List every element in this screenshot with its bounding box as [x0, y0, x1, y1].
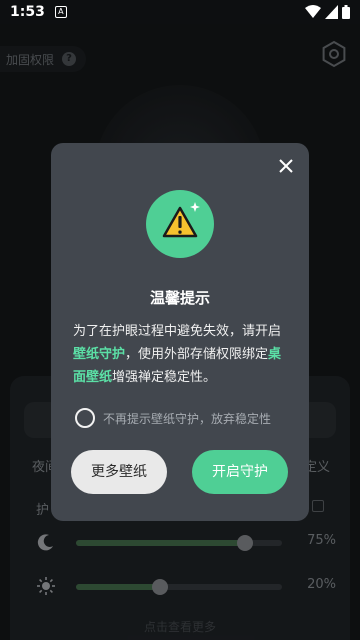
battery-icon — [342, 5, 350, 19]
warning-badge — [146, 190, 214, 258]
status-time: 1:53 — [10, 4, 45, 20]
status-icons — [305, 5, 350, 19]
message-text-1: 为了在护眼过程中避免失效，请开启 — [73, 324, 282, 339]
signal-icon — [325, 5, 338, 19]
status-bar: 1:53 A — [0, 0, 360, 24]
dont-remind-label: 不再提示壁纸守护，放弃稳定性 — [103, 411, 272, 426]
tip-dialog: 温馨提示 为了在护眼过程中避免失效，请开启壁纸守护，使用外部存储权限绑定桌面壁纸… — [51, 143, 309, 521]
close-icon[interactable] — [277, 157, 295, 175]
dialog-title: 温馨提示 — [149, 289, 210, 307]
message-text-3: 增强禅定稳定性。 — [112, 370, 217, 385]
notification-icon: A — [54, 6, 67, 18]
highlight-wallpaper-guard: 壁纸守护 — [73, 347, 126, 362]
warning-icon — [162, 202, 200, 238]
dont-remind-option[interactable]: 不再提示壁纸守护，放弃稳定性 — [75, 407, 271, 429]
wifi-icon — [305, 5, 321, 18]
dont-remind-radio[interactable] — [75, 408, 95, 428]
more-wallpapers-button[interactable]: 更多壁纸 — [71, 450, 167, 494]
message-text-2: ，使用外部存储权限绑定 — [125, 347, 269, 362]
dialog-message: 为了在护眼过程中避免失效，请开启壁纸守护，使用外部存储权限绑定桌面壁纸增强禅定稳… — [73, 320, 289, 389]
enable-guard-button[interactable]: 开启守护 — [192, 450, 288, 494]
